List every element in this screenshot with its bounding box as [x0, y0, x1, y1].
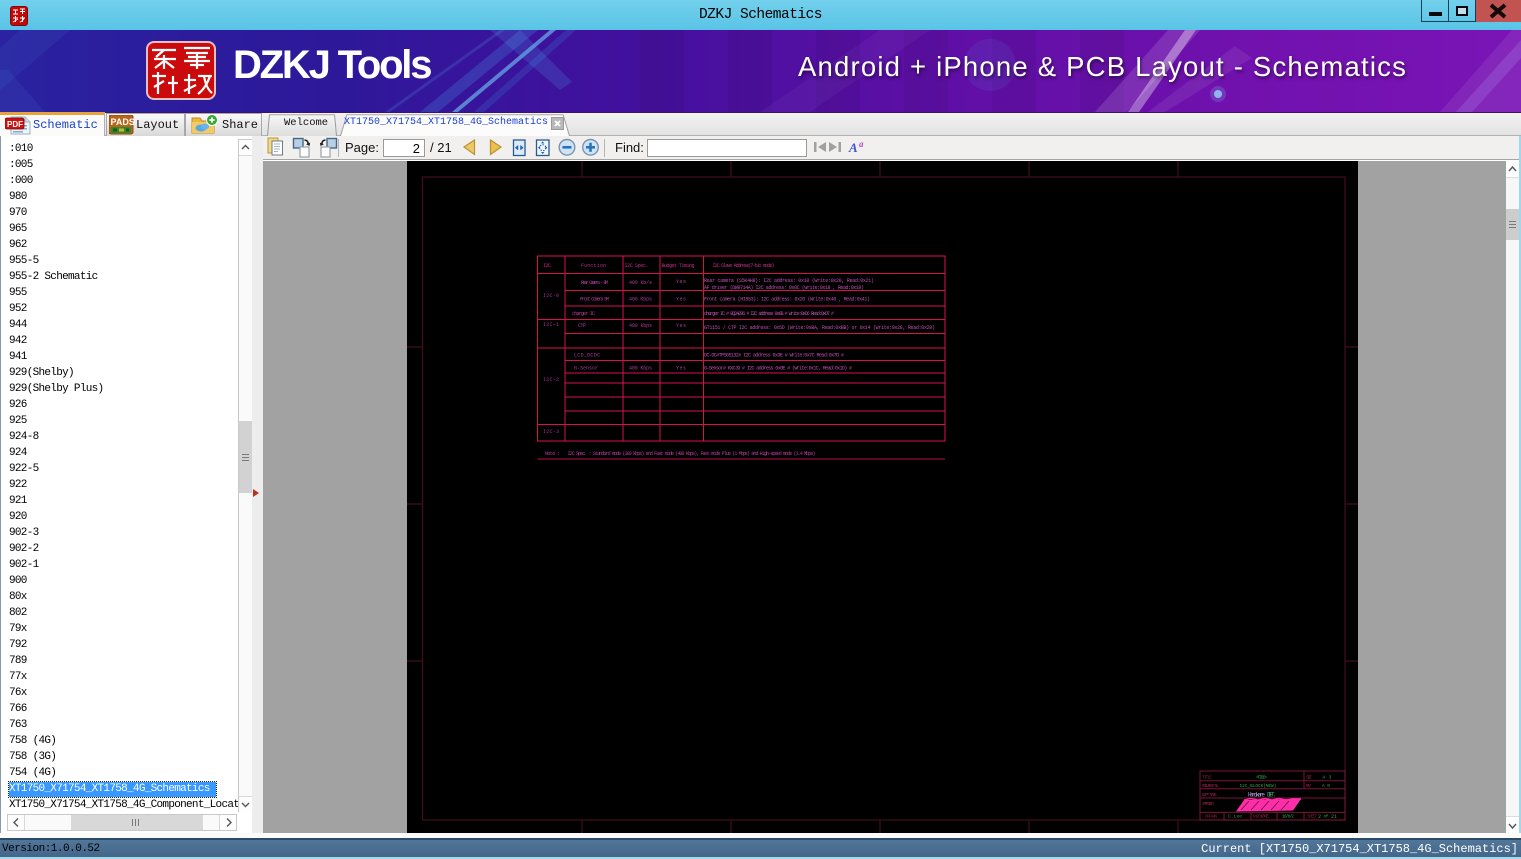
svg-text:PADS: PADS [111, 117, 135, 127]
svg-text:TITLE: TITLE [1202, 775, 1212, 781]
svg-text:SIZE: SIZE [1306, 775, 1312, 781]
svg-text:2: 2 [1318, 814, 1321, 820]
svg-text:A: A [848, 140, 858, 155]
svg-text:DOCUMENT No.: DOCUMENT No. [1202, 783, 1220, 789]
svg-text:G-Sensor# KXCJ9 # I2C address: G-Sensor# KXCJ9 # I2C address 0x0E # (Wr… [704, 366, 852, 372]
svg-text:I2C Spec. : Standard mode (100: I2C Spec. : Standard mode (100 kbps) and… [568, 451, 816, 457]
svg-text:16/8/2: 16/8/2 [1282, 814, 1294, 820]
svg-text:I2C-0: I2C-0 [543, 293, 559, 299]
svg-text:400 Kbps: 400 Kbps [629, 366, 652, 372]
svg-text:Rear Camera - 8M: Rear Camera - 8M [581, 280, 608, 286]
svg-text:Yes: Yes [676, 279, 686, 285]
svg-text:Function: Function [581, 263, 606, 269]
svg-text:of: of [1324, 814, 1329, 820]
svg-text:LCD_DCDC: LCD_DCDC [574, 353, 600, 359]
svg-text:G-Sensor: G-Sensor [574, 366, 598, 372]
svg-text:CTP: CTP [578, 323, 586, 329]
svg-text:Yes: Yes [676, 366, 686, 372]
svg-text:Front camera (HI553): I2C addr: Front camera (HI553): I2C address: 0x20 … [704, 297, 870, 303]
svg-text:<TITLE>: <TITLE> [1256, 775, 1267, 781]
svg-text:I2C Spec.: I2C Spec. [625, 263, 649, 269]
svg-text:DEPT.: DEPT. [1267, 792, 1276, 799]
svg-text:LAST UPDATE: LAST UPDATE [1253, 814, 1269, 820]
svg-text:I2C-2: I2C-2 [543, 377, 559, 383]
svg-text:400 kbps: 400 kbps [629, 323, 652, 329]
svg-text:A0: A0 [1322, 783, 1330, 789]
svg-text:I2C: I2C [543, 263, 551, 269]
svg-text:I2C_BLOCK(NEW): I2C_BLOCK(NEW) [1240, 783, 1277, 789]
svg-text:REV: REV [1306, 783, 1311, 789]
svg-text:SHEET: SHEET [1307, 814, 1317, 820]
svg-text:Note :: Note : [545, 451, 560, 457]
svg-text:400 kb/s: 400 kb/s [629, 280, 652, 286]
svg-text:Yes: Yes [676, 297, 686, 303]
svg-text:I2C-1: I2C-1 [543, 322, 559, 328]
svg-text:I2C-3: I2C-3 [543, 429, 559, 435]
svg-text:APPROVED: APPROVED [1202, 801, 1214, 807]
svg-text:charger IC: charger IC [572, 311, 595, 317]
svg-text:A3: A3 [1323, 775, 1332, 781]
svg-text:Front Camera 5M: Front Camera 5M [580, 297, 609, 303]
svg-text:GT1151 / CTP I2C address: 0x5D: GT1151 / CTP I2C address: 0x5D (Write:0x… [704, 325, 935, 331]
svg-text:DEPT NAME: DEPT NAME [1202, 792, 1217, 798]
svg-text:a: a [859, 139, 864, 149]
svg-text:400 Kbps: 400 Kbps [629, 297, 652, 303]
svg-text:I2C Slave Address(7-bit mode): I2C Slave Address(7-bit mode) [713, 263, 775, 269]
svg-text:Yes: Yes [676, 323, 686, 329]
svg-text:21: 21 [1331, 814, 1337, 820]
svg-text:Hardware: Hardware [1248, 792, 1265, 799]
svg-text:charger IC # BQ24296 # I2C add: charger IC # BQ24296 # I2C address 0x6B … [704, 311, 834, 317]
svg-text:DC-DC#TPS65132# I2C address 0x: DC-DC#TPS65132# I2C address 0x3E # Write… [704, 353, 844, 359]
svg-text:Rear camera (S5K4H8): I2C addr: Rear camera (S5K4H8): I2C address: 0x10 … [704, 278, 874, 284]
svg-text:Budget Timing: Budget Timing [662, 263, 695, 269]
svg-text:DRAWN: DRAWN [1205, 814, 1217, 820]
svg-text:AF driver (DW9714A) I2C addres: AF driver (DW9714A) I2C address: 0x0C (W… [704, 285, 864, 291]
svg-text:PDF: PDF [7, 120, 23, 129]
svg-text:C.Lee: C.Lee [1228, 814, 1242, 820]
